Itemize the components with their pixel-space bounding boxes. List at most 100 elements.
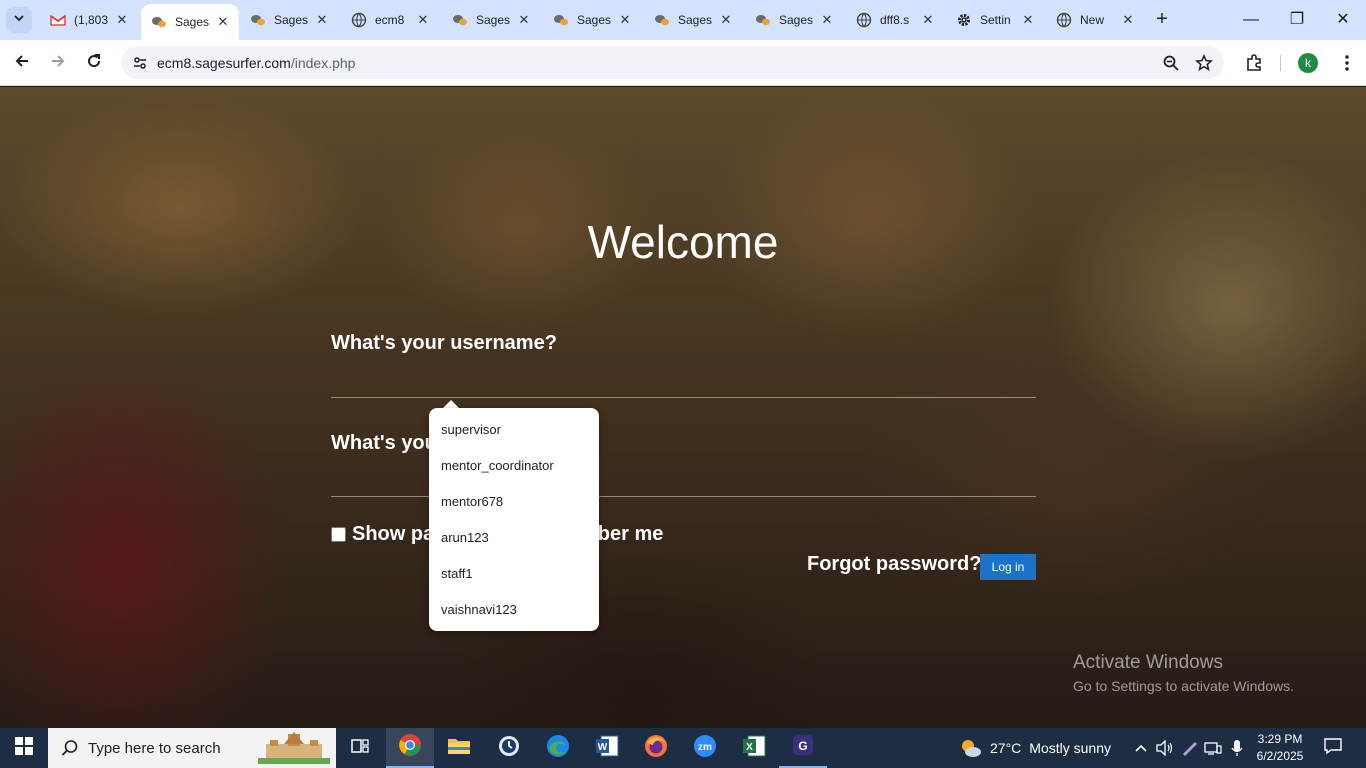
tab-title: Sages (577, 13, 612, 27)
tab-new[interactable]: New ✕ (1046, 4, 1144, 36)
toolbar-divider (1280, 55, 1281, 71)
address-bar[interactable]: ecm8.sagesurfer.com/index.php (121, 46, 1224, 79)
tab-search-button[interactable] (6, 7, 32, 33)
tab-sagesurfer[interactable]: Sages ✕ (644, 4, 742, 36)
sagesurfer-icon (250, 12, 266, 28)
close-tab-icon[interactable]: ✕ (920, 12, 936, 28)
show-password-checkbox[interactable] (331, 527, 346, 542)
reload-icon (85, 52, 103, 75)
search-highlight-image (258, 732, 330, 764)
close-tab-icon[interactable]: ✕ (314, 12, 330, 28)
restore-button[interactable]: ❐ (1274, 6, 1320, 34)
forgot-password-link[interactable]: Forgot password? (807, 553, 981, 576)
weather-text: Mostly sunny (1029, 740, 1111, 756)
pen-icon[interactable] (1180, 738, 1200, 758)
network-icon[interactable] (1203, 738, 1223, 758)
close-tab-icon[interactable]: ✕ (1120, 12, 1136, 28)
reload-button[interactable] (81, 50, 107, 76)
taskbar-firefox[interactable] (632, 728, 680, 768)
tab-ecm8[interactable]: ecm8 ✕ (341, 4, 439, 36)
page-title: Welcome (587, 216, 779, 268)
edge-icon (546, 734, 570, 763)
close-tab-icon[interactable]: ✕ (718, 12, 734, 28)
tab-sagesurfer[interactable]: Sages ✕ (745, 4, 843, 36)
sagesurfer-icon (553, 12, 569, 28)
svg-text:W: W (598, 742, 608, 753)
autofill-option[interactable]: staff1 (429, 556, 599, 592)
close-tab-icon[interactable]: ✕ (1020, 12, 1036, 28)
taskbar-edge[interactable] (534, 728, 582, 768)
tab-sagesurfer[interactable]: Sages ✕ (240, 4, 338, 36)
taskbar-app-clock[interactable] (485, 728, 533, 768)
autofill-option[interactable]: mentor678 (429, 484, 599, 520)
gmail-icon (50, 12, 66, 28)
extensions-icon[interactable] (1242, 51, 1266, 75)
weather-widget[interactable]: 27°C Mostly sunny (958, 728, 1111, 768)
tray-overflow-icon[interactable] (1131, 738, 1151, 758)
taskbar-excel[interactable]: X (730, 728, 778, 768)
close-tab-icon[interactable]: ✕ (819, 12, 835, 28)
autofill-option[interactable]: vaishnavi123 (429, 592, 599, 628)
login-button[interactable]: Log in (980, 554, 1036, 580)
system-clock[interactable]: 3:29 PM 6/2/2025 (1250, 731, 1310, 765)
task-view-button[interactable] (336, 728, 384, 768)
close-tab-icon[interactable]: ✕ (415, 12, 431, 28)
autofill-option[interactable]: supervisor (429, 412, 599, 448)
close-tab-icon[interactable]: ✕ (215, 14, 231, 30)
tab-dff8[interactable]: dff8.s ✕ (846, 4, 944, 36)
sagesurfer-icon (151, 14, 167, 30)
activate-windows-watermark: Activate Windows Go to Settings to activ… (1073, 652, 1294, 694)
username-input[interactable] (331, 367, 1036, 395)
taskbar-search[interactable]: Type here to search (48, 728, 336, 768)
taskbar-chrome[interactable] (386, 728, 434, 768)
forward-button[interactable] (45, 50, 71, 76)
globe-icon (856, 12, 872, 28)
tab-title: ecm8 (375, 13, 405, 27)
autofill-option[interactable]: mentor_coordinator (429, 448, 599, 484)
tab-title: dff8.s (880, 13, 910, 27)
taskbar-word[interactable]: W (583, 728, 631, 768)
svg-text:G: G (798, 739, 807, 753)
tab-title: Sages (274, 13, 309, 27)
minimize-button[interactable]: — (1228, 6, 1274, 34)
more-menu-icon[interactable] (1335, 51, 1359, 75)
notification-icon (1323, 737, 1343, 760)
zoom-icon[interactable] (1161, 53, 1181, 73)
tab-settings[interactable]: Settin ✕ (946, 4, 1044, 36)
tab-title: Sages (476, 13, 511, 27)
tab-sagesurfer[interactable]: Sages ✕ (543, 4, 641, 36)
volume-icon[interactable] (1155, 738, 1175, 758)
svg-text:zm: zm (698, 742, 712, 753)
back-button[interactable] (9, 50, 35, 76)
taskbar-file-explorer[interactable] (435, 728, 483, 768)
autofill-caret (443, 400, 459, 408)
profile-avatar[interactable]: k (1298, 53, 1318, 73)
watermark-subtitle: Go to Settings to activate Windows. (1073, 678, 1294, 694)
browser-toolbar: ecm8.sagesurfer.com/index.php k (0, 40, 1366, 86)
close-tab-icon[interactable]: ✕ (114, 12, 130, 28)
taskbar-app[interactable]: G (779, 728, 827, 768)
autofill-dropdown: supervisor mentor_coordinator mentor678 … (429, 408, 599, 631)
windows-taskbar: Type here to search W zm X G 27°C Mostly… (0, 728, 1366, 768)
sagesurfer-icon (452, 12, 468, 28)
password-label: What's your (331, 432, 445, 454)
close-tab-icon[interactable]: ✕ (617, 12, 633, 28)
taskbar-zoom[interactable]: zm (681, 728, 729, 768)
start-button[interactable] (0, 728, 48, 768)
tab-gmail[interactable]: (1,803 ✕ (40, 4, 138, 36)
partly-sunny-icon (958, 737, 982, 759)
arrow-right-icon (49, 52, 67, 75)
autofill-option[interactable]: arun123 (429, 520, 599, 556)
tab-sagesurfer[interactable]: Sages ✕ (442, 4, 540, 36)
tab-title: Sages (678, 13, 713, 27)
new-tab-button[interactable]: + (1150, 8, 1174, 32)
site-info-icon[interactable] (129, 52, 151, 74)
close-tab-icon[interactable]: ✕ (516, 12, 532, 28)
close-window-button[interactable]: ✕ (1320, 6, 1366, 34)
tab-sagesurfer-active[interactable]: Sages ✕ (141, 4, 239, 40)
background-photo (0, 87, 1366, 728)
microphone-icon[interactable] (1227, 738, 1247, 758)
notification-button[interactable] (1320, 736, 1346, 760)
tab-title: Sages (779, 13, 814, 27)
bookmark-star-icon[interactable] (1194, 53, 1214, 73)
